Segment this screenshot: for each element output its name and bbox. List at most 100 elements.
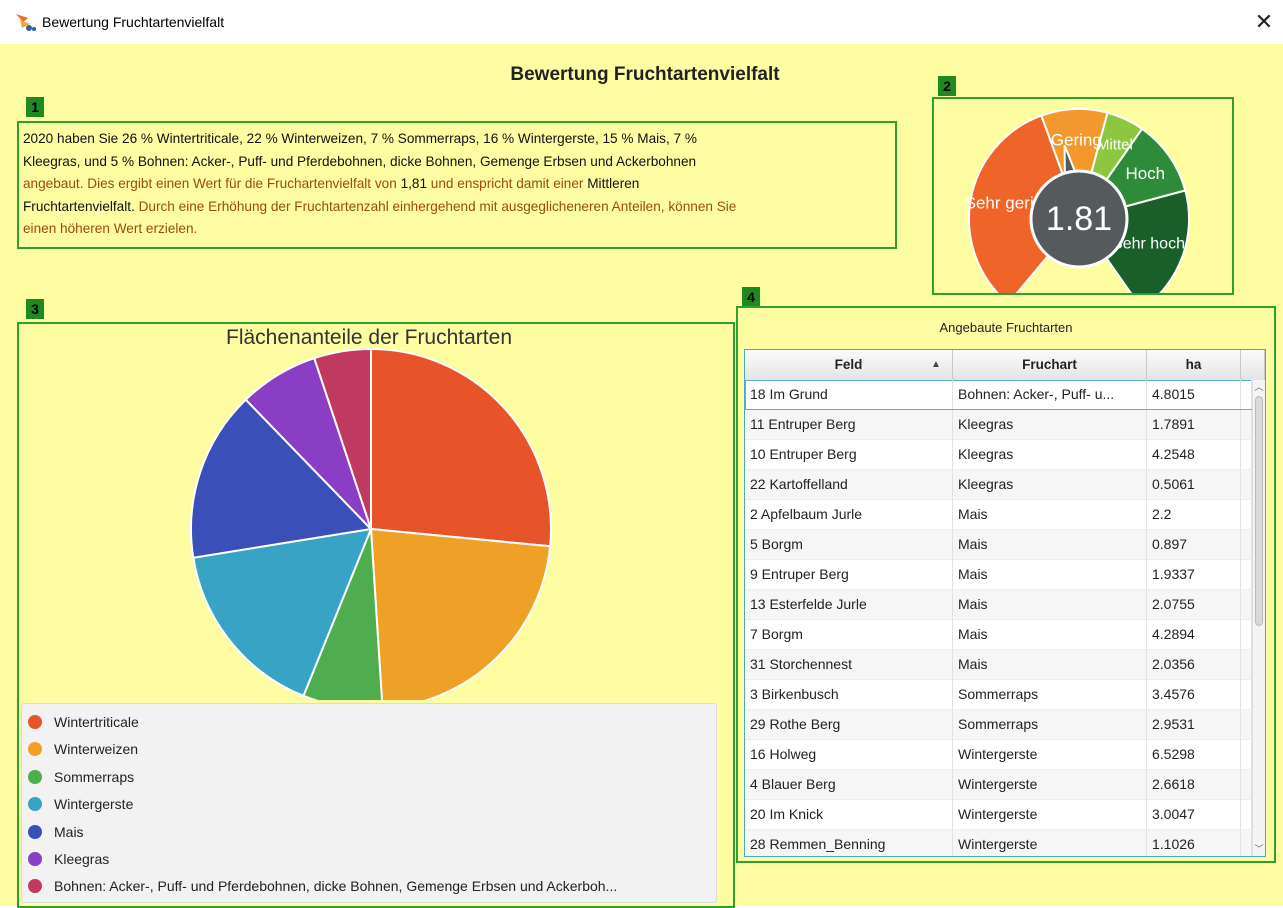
cell-ha: 3.0047 bbox=[1147, 800, 1241, 829]
section-badge-1: 1 bbox=[26, 97, 44, 117]
legend-swatch bbox=[28, 742, 42, 757]
table-row[interactable]: 10 Entruper Berg Kleegras 4.2548 bbox=[745, 440, 1252, 470]
table-row[interactable]: 22 Kartoffelland Kleegras 0.5061 bbox=[745, 470, 1252, 500]
legend-item: Kleegras bbox=[28, 847, 109, 871]
table-row[interactable]: 9 Entruper Berg Mais 1.9337 bbox=[745, 560, 1252, 590]
sort-ascending-icon: ▲ bbox=[931, 359, 941, 370]
legend-item: Mais bbox=[28, 820, 84, 844]
cell-feld: 16 Holweg bbox=[745, 740, 953, 769]
main-content: Bewertung Fruchtartenvielfalt 1 2020 hab… bbox=[0, 44, 1283, 908]
gauge-chart: Sehr geringGeringMittelHochSehr hoch1.81 bbox=[965, 108, 1190, 293]
column-header-fruchtart[interactable]: Fruchart bbox=[953, 350, 1147, 380]
cell-filler bbox=[1241, 680, 1252, 709]
legend-label: Wintergerste bbox=[54, 796, 134, 813]
section-badge-4: 4 bbox=[742, 287, 760, 307]
tractor-icon bbox=[16, 14, 36, 31]
cell-feld: 2 Apfelbaum Jurle bbox=[745, 500, 953, 529]
column-header-ha[interactable]: ha bbox=[1147, 350, 1241, 380]
cell-fruchtart: Mais bbox=[953, 620, 1147, 649]
scroll-up-icon[interactable]: ︿ bbox=[1253, 380, 1265, 394]
table-caption: Angebaute Fruchtarten bbox=[939, 320, 1073, 335]
cell-fruchtart: Mais bbox=[953, 560, 1147, 589]
legend-label: Bohnen: Acker-, Puff- und Pferdebohnen, … bbox=[54, 878, 618, 895]
table-row[interactable]: 7 Borgm Mais 4.2894 bbox=[745, 620, 1252, 650]
cell-ha: 3.4576 bbox=[1147, 680, 1241, 709]
cell-ha: 2.6618 bbox=[1147, 770, 1241, 799]
scroll-down-icon[interactable]: ﹀ bbox=[1253, 842, 1265, 856]
cell-fruchtart: Sommerraps bbox=[953, 710, 1147, 739]
gauge-label-mittel: Mittel bbox=[1097, 136, 1133, 153]
legend-swatch bbox=[28, 852, 42, 866]
page-title: Bewertung Fruchtartenvielfalt bbox=[510, 64, 780, 85]
cell-ha: 6.5298 bbox=[1147, 740, 1241, 769]
summary-text: und enspricht damit einer bbox=[427, 176, 588, 191]
table-row[interactable]: 13 Esterfelde Jurle Mais 2.0755 bbox=[745, 590, 1252, 620]
cell-filler bbox=[1241, 560, 1252, 589]
cell-ha: 2.9531 bbox=[1147, 710, 1241, 739]
cell-filler bbox=[1241, 590, 1252, 619]
table-row[interactable]: 2 Apfelbaum Jurle Mais 2.2 bbox=[745, 500, 1252, 530]
gauge-label-hoch: Hoch bbox=[1125, 164, 1165, 183]
close-button[interactable]: ✕ bbox=[1251, 8, 1277, 36]
cell-filler bbox=[1241, 710, 1252, 739]
cell-ha: 0.5061 bbox=[1147, 470, 1241, 499]
summary-value: 1,81 bbox=[400, 176, 428, 191]
cell-ha: 4.8015 bbox=[1147, 380, 1241, 409]
table-scrollbar[interactable]: ︿ ﹀ bbox=[1252, 380, 1265, 856]
table-row[interactable]: 11 Entruper Berg Kleegras 1.7891 bbox=[745, 410, 1252, 440]
table-row[interactable]: 4 Blauer Berg Wintergerste 2.6618 bbox=[745, 770, 1252, 800]
table-row[interactable]: 3 Birkenbusch Sommerraps 3.4576 bbox=[745, 680, 1252, 710]
window-title: Bewertung Fruchtartenvielfalt bbox=[42, 14, 225, 30]
cell-filler bbox=[1241, 800, 1252, 829]
cell-fruchtart: Kleegras bbox=[953, 470, 1147, 499]
table-row[interactable]: 20 Im Knick Wintergerste 3.0047 bbox=[745, 800, 1252, 830]
cell-feld: 3 Birkenbusch bbox=[745, 680, 953, 709]
pie-chart-panel: Flächenanteile der Fruchtarten Wintertri… bbox=[17, 322, 735, 908]
cell-feld: 20 Im Knick bbox=[745, 800, 953, 829]
cell-filler bbox=[1241, 740, 1252, 769]
gauge-panel: Sehr gering Gering Mittel Hoch Sehr hoch 1.81 bbox=[932, 97, 1234, 295]
table-row[interactable]: 28 Remmen_Benning Wintergerste 1.1026 bbox=[745, 830, 1252, 856]
pie-slice-winterweizen[interactable] bbox=[369, 527, 552, 700]
cell-ha: 0.897 bbox=[1147, 530, 1241, 559]
legend-swatch bbox=[28, 824, 42, 839]
cell-fruchtart: Wintergerste bbox=[953, 800, 1147, 829]
scrollbar-thumb[interactable] bbox=[1255, 396, 1263, 626]
summary-line-2: Kleegras, und 5 % Bohnen: Acker-, Puff- … bbox=[23, 153, 697, 169]
table-row[interactable]: 29 Rothe Berg Sommerraps 2.9531 bbox=[745, 710, 1252, 740]
summary-rating-end: Fruchtartenvielfalt. bbox=[23, 198, 135, 214]
summary-line-4: Fruchtartenvielfalt. Durch eine Erhöhung… bbox=[23, 196, 891, 219]
cell-fruchtart: Mais bbox=[953, 650, 1147, 679]
table-row[interactable]: 16 Holweg Wintergerste 6.5298 bbox=[745, 740, 1252, 770]
crop-table[interactable]: Feld ▲ Fruchart ha 18 Im Grund Bohnen: Ack… bbox=[744, 349, 1266, 857]
summary-line-3: angebaut. Dies ergibt einen Wert für die… bbox=[23, 173, 891, 196]
chart-legend: Wintertriticale Winterweizen Sommerraps Win… bbox=[21, 703, 717, 903]
legend-swatch bbox=[28, 715, 42, 729]
cell-filler bbox=[1241, 770, 1252, 799]
legend-item: Bohnen: Acker-, Puff- und Pferdebohnen, … bbox=[28, 874, 617, 898]
cell-feld: 5 Borgm bbox=[745, 530, 953, 559]
cell-fruchtart: Mais bbox=[953, 590, 1147, 619]
legend-label: Sommerraps bbox=[54, 768, 135, 785]
cell-ha: 4.2548 bbox=[1147, 440, 1241, 469]
cell-fruchtart: Bohnen: Acker-, Puff- u... bbox=[953, 380, 1147, 409]
column-header-filler bbox=[1241, 350, 1265, 380]
legend-item: Wintergerste bbox=[28, 792, 133, 816]
cell-fruchtart: Kleegras bbox=[953, 410, 1147, 439]
cell-filler bbox=[1241, 470, 1252, 499]
cell-fruchtart: Mais bbox=[953, 500, 1147, 529]
cell-ha: 1.7891 bbox=[1147, 410, 1241, 439]
cell-filler bbox=[1241, 650, 1252, 679]
cell-feld: 31 Storchennest bbox=[745, 650, 953, 679]
pie-slice-wintertriticale[interactable] bbox=[370, 347, 552, 548]
summary-line-5: einen höheren Wert erzielen. bbox=[23, 221, 198, 236]
table-row[interactable]: 18 Im Grund Bohnen: Acker-, Puff- u... 4.8… bbox=[745, 380, 1252, 410]
legend-item: Winterweizen bbox=[28, 737, 138, 761]
column-header-feld[interactable]: Feld ▲ bbox=[745, 350, 953, 380]
summary-line-1: 2020 haben Sie 26 % Wintertriticale, 22 … bbox=[23, 131, 697, 146]
section-badge-2: 2 bbox=[938, 76, 956, 96]
table-row[interactable]: 31 Storchennest Mais 2.0356 bbox=[745, 650, 1252, 680]
table-row[interactable]: 5 Borgm Mais 0.897 bbox=[745, 530, 1252, 560]
legend-swatch bbox=[28, 769, 42, 784]
cell-ha: 1.9337 bbox=[1147, 560, 1241, 589]
